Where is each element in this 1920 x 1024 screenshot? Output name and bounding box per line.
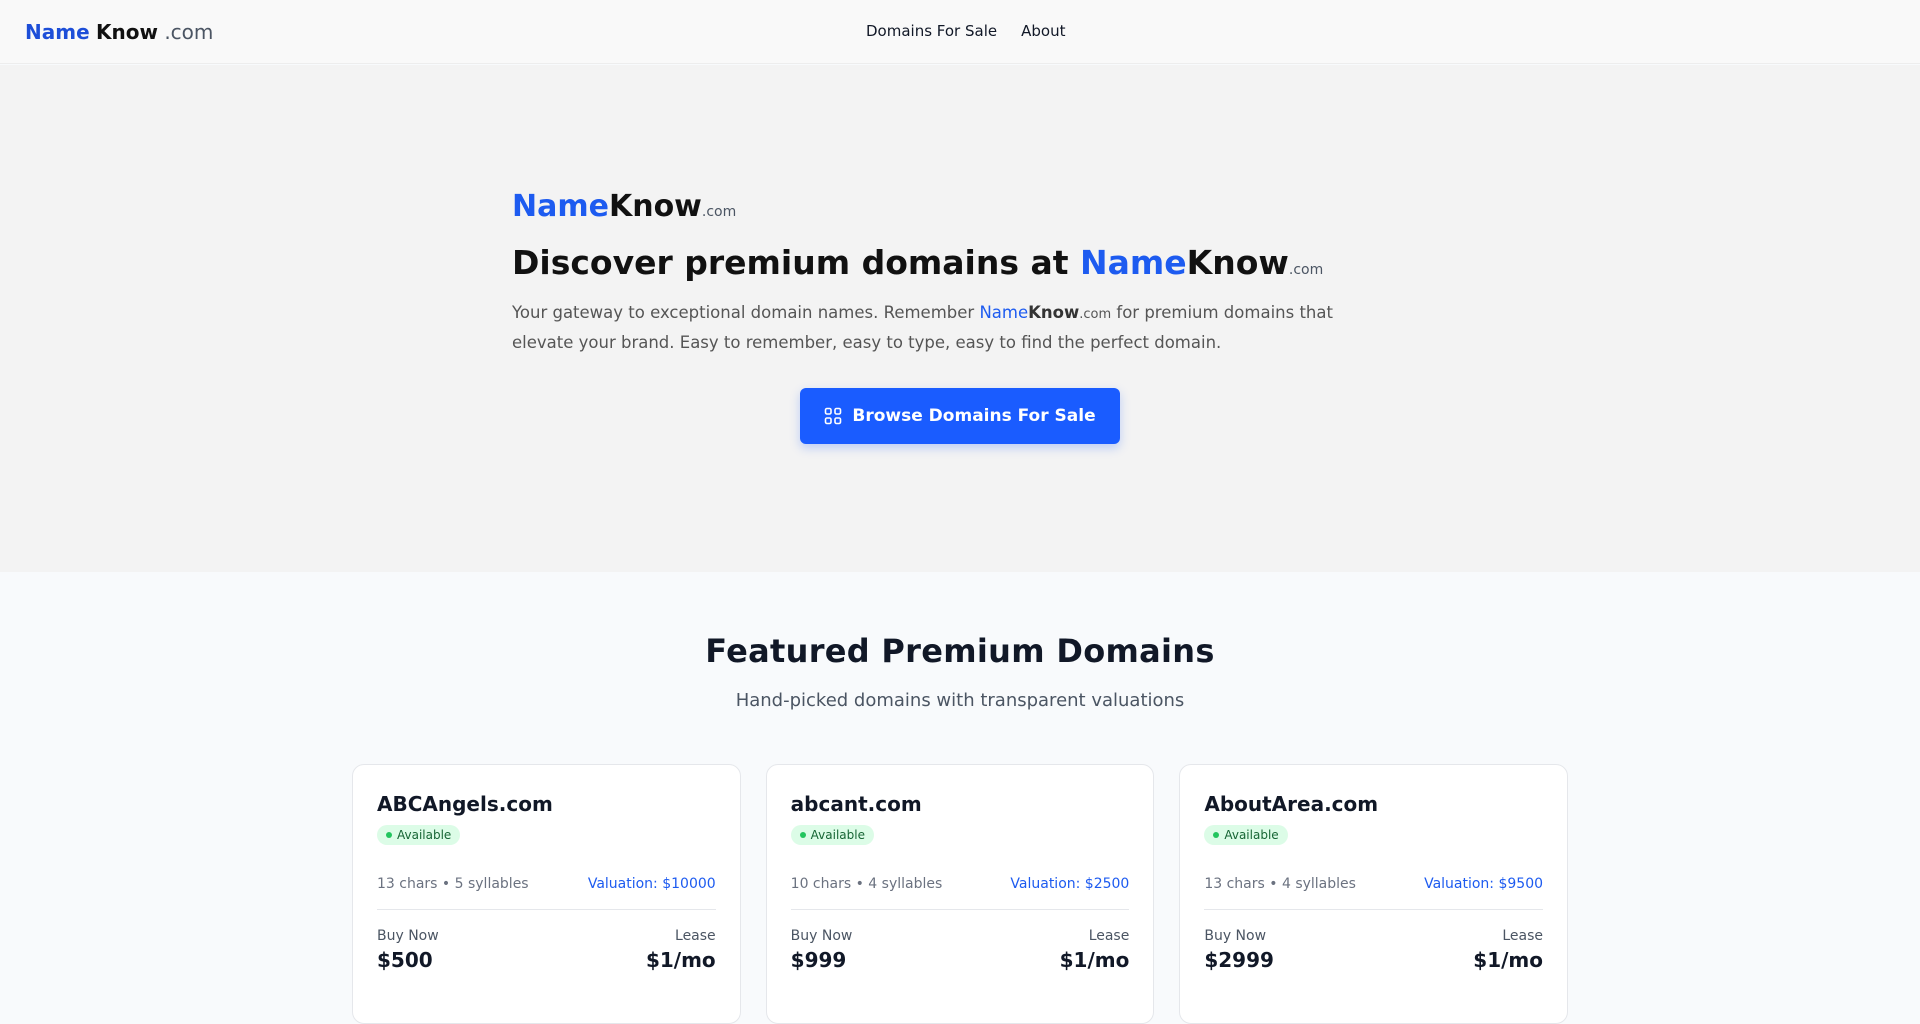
card-divider (790, 909, 1130, 910)
hero-logo: NameKnow.com (512, 189, 737, 224)
card-divider (1204, 909, 1544, 910)
buy-price: $500 (377, 948, 433, 972)
domain-name[interactable]: abcant.com (791, 791, 1130, 817)
status-badge: Available (790, 825, 874, 845)
domain-info: 13 chars • 5 syllables (377, 876, 529, 892)
hero-description: Your gateway to exceptional domain names… (512, 303, 1333, 352)
status-badge: Available (377, 825, 461, 845)
site-logo[interactable]: Name Know .com (25, 20, 213, 44)
domain-card[interactable]: abcant.com Available 10 chars • 4 syllab… (765, 764, 1155, 1024)
lease-option[interactable]: Lease $1/mo (646, 927, 716, 972)
top-navbar: Name Know .com Domains For Sale About (0, 0, 1920, 64)
status-dot-icon (386, 832, 392, 838)
buy-now-option[interactable]: Buy Now $999 (791, 927, 853, 972)
browse-domains-label: Browse Domains For Sale (852, 406, 1096, 426)
status-dot-icon (1213, 832, 1220, 838)
grid-icon (825, 407, 842, 425)
buy-price: $999 (790, 948, 847, 972)
nav-domains-for-sale[interactable]: Domains For Sale (866, 22, 997, 40)
hero-section: NameKnow.com Discover premium domains at… (0, 65, 1920, 572)
buy-price: $2999 (1204, 948, 1274, 972)
lease-price: $1/mo (1059, 948, 1130, 972)
lease-price: $1/mo (1473, 948, 1544, 972)
status-dot-icon (799, 832, 806, 838)
domain-card[interactable]: ABCAngels.com Available 13 chars • 5 syl… (352, 764, 741, 1024)
domain-valuation: Valuation: $2500 (1010, 876, 1130, 892)
buy-now-option[interactable]: Buy Now $500 (377, 927, 439, 972)
lease-option[interactable]: Lease $1/mo (1060, 927, 1130, 972)
featured-section: Featured Premium Domains Hand-picked dom… (0, 572, 1920, 1024)
lease-option[interactable]: Lease $1/mo (1473, 927, 1543, 972)
domain-cards: ABCAngels.com Available 13 chars • 5 syl… (352, 764, 1569, 1024)
domain-name[interactable]: ABCAngels.com (377, 791, 716, 817)
featured-subtitle: Hand-picked domains with transparent val… (735, 690, 1185, 711)
card-divider (377, 909, 716, 910)
domain-card[interactable]: AboutArea.com Available 13 chars • 4 syl… (1179, 764, 1569, 1024)
domain-valuation: Valuation: $10000 (587, 876, 716, 892)
lease-price: $1/mo (645, 948, 716, 972)
domain-valuation: Valuation: $9500 (1424, 876, 1544, 892)
domain-info: 10 chars • 4 syllables (790, 876, 943, 892)
main-nav: Domains For Sale About (866, 22, 1065, 40)
nav-about[interactable]: About (1021, 22, 1065, 40)
browse-domains-button[interactable]: Browse Domains For Sale (800, 388, 1120, 444)
buy-now-option[interactable]: Buy Now $2999 (1204, 927, 1274, 972)
status-badge: Available (1204, 825, 1288, 845)
domain-info: 13 chars • 4 syllables (1204, 876, 1356, 892)
hero-title: Discover premium domains at NameKnow.com (512, 243, 1324, 282)
featured-title: Featured Premium Domains (705, 632, 1215, 670)
domain-name[interactable]: AboutArea.com (1204, 791, 1543, 817)
